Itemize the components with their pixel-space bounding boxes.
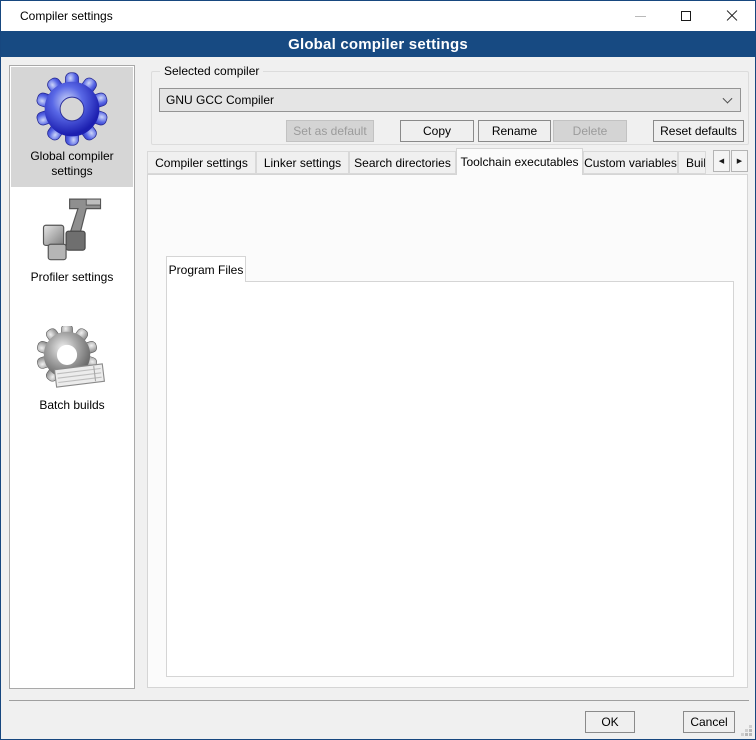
compiler-settings-dialog: Compiler settings Global compiler settin…	[0, 0, 756, 740]
tab-compiler-settings[interactable]: Compiler settings	[147, 151, 256, 174]
tab-label: Compiler settings	[155, 156, 248, 170]
sidebar-item-label: Profiler settings	[31, 270, 114, 285]
ok-label: OK	[601, 715, 618, 729]
resize-grip[interactable]	[749, 733, 752, 736]
delete-label: Delete	[573, 124, 608, 138]
subtab-label: Program Files	[169, 263, 244, 277]
tab-label: Build	[686, 156, 706, 170]
ok-button[interactable]: OK	[585, 711, 635, 733]
tab-label: Linker settings	[264, 156, 341, 170]
tab-scroll-right-button[interactable]: ▶	[731, 150, 748, 172]
minimize-button[interactable]	[617, 1, 663, 31]
close-button[interactable]	[709, 1, 755, 31]
reset-defaults-button[interactable]: Reset defaults	[653, 120, 744, 142]
arrow-left-icon: ◀	[719, 157, 724, 165]
reset-defaults-label: Reset defaults	[660, 124, 737, 138]
maximize-icon	[681, 11, 691, 21]
tab-linker-settings[interactable]: Linker settings	[256, 151, 349, 174]
blue-gear-icon	[34, 71, 110, 147]
delete-button[interactable]: Delete	[553, 120, 627, 142]
set-as-default-label: Set as default	[293, 124, 366, 138]
set-as-default-button[interactable]: Set as default	[286, 120, 374, 142]
tab-label: Search directories	[354, 156, 451, 170]
tab-label: Custom variables	[584, 156, 677, 170]
tab-search-directories[interactable]: Search directories	[349, 151, 456, 174]
titlebar[interactable]: Compiler settings	[1, 1, 755, 31]
compiler-select[interactable]: GNU GCC Compiler	[159, 88, 741, 112]
tab-scroll-left-button[interactable]: ◀	[713, 150, 730, 172]
footer-divider	[9, 700, 749, 701]
cancel-button[interactable]: Cancel	[683, 711, 735, 733]
subtab-program-files[interactable]: Program Files	[166, 256, 246, 282]
program-files-panel	[166, 281, 734, 677]
arrow-right-icon: ▶	[737, 157, 742, 165]
dialog-header: Global compiler settings	[1, 31, 755, 57]
sidebar-item-global-compiler-settings[interactable]: Global compiler settings	[11, 67, 133, 187]
page-title: Global compiler settings	[288, 36, 468, 53]
rename-label: Rename	[492, 124, 537, 138]
tab-label: Toolchain executables	[460, 155, 578, 169]
tab-custom-variables[interactable]: Custom variables	[583, 151, 678, 174]
compiler-select-value: GNU GCC Compiler	[166, 93, 274, 107]
copy-label: Copy	[423, 124, 451, 138]
rename-button[interactable]: Rename	[478, 120, 551, 142]
sidebar-item-label: Batch builds	[39, 398, 104, 413]
close-icon	[726, 10, 738, 22]
window-title: Compiler settings	[20, 9, 113, 23]
sidebar-item-profiler-settings[interactable]: Profiler settings	[11, 190, 133, 294]
tab-build[interactable]: Build	[678, 151, 706, 174]
maximize-button[interactable]	[663, 1, 709, 31]
settings-sidebar: Global compiler settings Profiler settin…	[9, 65, 135, 689]
sidebar-item-label: Global compiler settings	[11, 149, 133, 179]
selected-compiler-group-label: Selected compiler	[160, 64, 263, 79]
minimize-icon	[635, 16, 646, 17]
gray-gear-stack-icon	[36, 326, 108, 396]
calipers-cubes-icon	[34, 192, 110, 268]
tab-toolchain-executables[interactable]: Toolchain executables	[456, 148, 583, 175]
cancel-label: Cancel	[690, 715, 727, 729]
chevron-down-icon	[723, 94, 733, 104]
sidebar-item-batch-builds[interactable]: Batch builds	[11, 322, 133, 422]
copy-button[interactable]: Copy	[400, 120, 474, 142]
